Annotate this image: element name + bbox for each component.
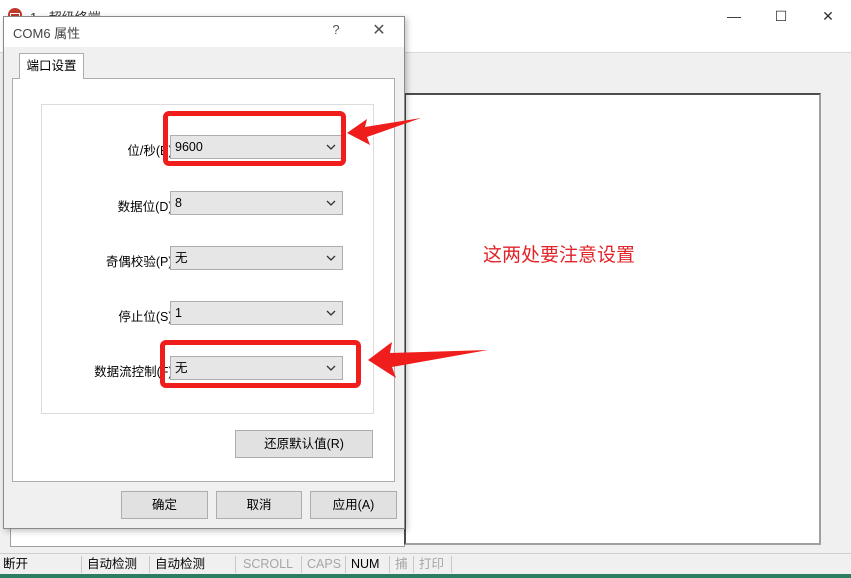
cancel-button[interactable]: 取消 (216, 491, 302, 519)
ok-button[interactable]: 确定 (121, 491, 208, 519)
status-bar: 断开 自动检测 自动检测 SCROLL CAPS NUM 捕 打印 (0, 553, 851, 574)
apply-button[interactable]: 应用(A) (310, 491, 397, 519)
highlight-baud-rate (163, 111, 346, 166)
data-bits-label: 数据位(D): (117, 200, 176, 214)
stop-bits-select[interactable]: 1 (170, 301, 343, 325)
help-button[interactable]: ? (326, 22, 346, 37)
dialog-title: COM6 属性 (13, 26, 81, 41)
highlight-flow-control (160, 340, 361, 388)
status-num: NUM (348, 556, 390, 573)
stop-bits-value: 1 (175, 306, 182, 320)
chevron-down-icon (324, 192, 338, 214)
stop-bits-label: 停止位(S): (118, 310, 176, 324)
baud-rate-label: 位/秒(B): (127, 144, 176, 158)
flow-control-label: 数据流控制(F): (94, 365, 176, 379)
status-detect-1: 自动检测 (84, 556, 150, 573)
status-detect-2: 自动检测 (152, 556, 236, 573)
status-connection: 断开 (0, 556, 82, 573)
tab-port-settings[interactable]: 端口设置 (19, 53, 84, 79)
annotation-note: 这两处要注意设置 (483, 244, 636, 266)
status-capture: 捕 (392, 556, 414, 573)
red-arrow-icon (347, 118, 421, 145)
restore-defaults-button[interactable]: 还原默认值(R) (235, 430, 373, 458)
terminal-area[interactable] (404, 93, 821, 545)
status-scroll: SCROLL (240, 556, 302, 573)
taskbar-strip (0, 574, 851, 578)
status-caps: CAPS (304, 556, 346, 573)
parity-select[interactable]: 无 (170, 246, 343, 270)
chevron-down-icon (324, 247, 338, 269)
close-button[interactable]: ✕ (805, 0, 851, 32)
maximize-button[interactable]: ☐ (758, 0, 804, 32)
parity-value: 无 (175, 251, 188, 265)
dialog-close-button[interactable]: ✕ (368, 20, 390, 40)
data-bits-select[interactable]: 8 (170, 191, 343, 215)
red-arrow-icon (368, 342, 488, 378)
minimize-button[interactable]: — (711, 0, 757, 32)
chevron-down-icon (324, 302, 338, 324)
data-bits-value: 8 (175, 196, 182, 210)
status-print: 打印 (416, 556, 452, 573)
parity-label: 奇偶校验(P): (105, 255, 176, 269)
dialog-title-bar: COM6 属性 ? ✕ (4, 17, 404, 47)
com-properties-dialog: COM6 属性 ? ✕ 端口设置 位/秒(B): 9600 数据位(D): 8 … (3, 16, 405, 529)
